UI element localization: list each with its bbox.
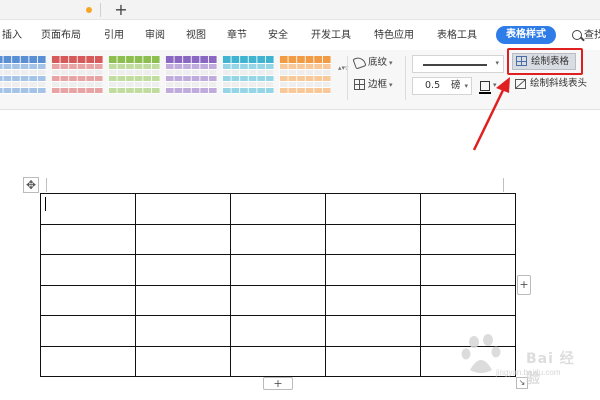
paint-bucket-icon xyxy=(352,55,367,70)
table-row xyxy=(40,223,516,255)
swatch-grid xyxy=(165,56,217,94)
table-cell[interactable] xyxy=(230,193,326,225)
document-tab-strip: + xyxy=(0,0,600,20)
chevron-down-icon: ▾ xyxy=(493,81,497,89)
line-weight-dropdown[interactable]: 0.5 磅 ▾ xyxy=(412,77,472,95)
table-style-swatch[interactable] xyxy=(0,56,46,94)
shading-button[interactable]: 底纹 ▾ xyxy=(352,55,393,71)
table-cell[interactable] xyxy=(230,345,326,377)
table-cell[interactable] xyxy=(40,254,136,286)
chevron-down-icon: ▾ xyxy=(389,81,393,89)
ribbon-separator xyxy=(347,56,348,100)
table-row xyxy=(40,284,516,316)
table-cell[interactable] xyxy=(40,223,136,255)
menu-page-layout[interactable]: 页面布局 xyxy=(41,29,81,43)
unsaved-dot-icon xyxy=(86,7,92,13)
table-cell[interactable] xyxy=(40,193,136,225)
menu-security[interactable]: 安全 xyxy=(268,29,288,43)
table-cell[interactable] xyxy=(40,315,136,347)
table-row xyxy=(40,193,516,225)
line-weight-unit: 磅 xyxy=(451,80,461,91)
draw-diagonal-header-button[interactable]: 绘制斜线表头 xyxy=(512,76,587,92)
add-column-button[interactable]: + xyxy=(517,275,531,295)
table-style-swatch[interactable] xyxy=(165,56,217,94)
table-cell[interactable] xyxy=(325,345,421,377)
line-style-dropdown[interactable]: ▾ xyxy=(412,55,504,73)
table-cell[interactable] xyxy=(135,193,231,225)
swatch-grid xyxy=(222,56,274,94)
menu-section[interactable]: 章节 xyxy=(227,29,247,43)
swatch-grid xyxy=(0,56,46,94)
menu-insert[interactable]: 插入 xyxy=(2,29,22,43)
table-style-swatch[interactable] xyxy=(222,56,274,94)
border-label: 边框 xyxy=(368,79,388,90)
search-icon[interactable] xyxy=(572,30,582,40)
menu-developer-tools[interactable]: 开发工具 xyxy=(311,29,351,43)
table-cell[interactable] xyxy=(420,254,516,286)
new-tab-button[interactable]: + xyxy=(112,0,130,20)
table-cell[interactable] xyxy=(420,193,516,225)
annotation-highlight-box xyxy=(507,48,583,75)
margin-marker-right xyxy=(503,178,504,192)
menu-special-apps[interactable]: 特色应用 xyxy=(374,29,414,43)
draw-diagonal-header-label: 绘制斜线表头 xyxy=(530,78,588,89)
gallery-scroll-buttons[interactable]: ▴▾▿ xyxy=(338,64,349,88)
table-row xyxy=(40,345,516,377)
menu-find[interactable]: 查找 xyxy=(584,29,600,43)
pen-color-button[interactable]: ▾ xyxy=(478,79,502,95)
diagonal-header-icon xyxy=(515,79,526,89)
table-style-swatch[interactable] xyxy=(279,56,331,94)
table-cell[interactable] xyxy=(135,223,231,255)
table-cell[interactable] xyxy=(230,315,326,347)
swatch-grid xyxy=(279,56,331,94)
table-style-swatch[interactable] xyxy=(51,56,103,94)
table-row xyxy=(40,315,516,347)
chevron-down-icon: ▾ xyxy=(389,59,393,67)
tab-separator xyxy=(100,3,101,17)
table-cell[interactable] xyxy=(420,223,516,255)
document-table[interactable] xyxy=(40,193,516,377)
line-weight-value: 0.5 xyxy=(425,80,441,91)
text-cursor xyxy=(45,197,46,211)
table-cell[interactable] xyxy=(325,254,421,286)
pen-color-icon xyxy=(480,81,490,91)
table-cell[interactable] xyxy=(40,284,136,316)
table-cell[interactable] xyxy=(40,345,136,377)
table-cell[interactable] xyxy=(325,193,421,225)
table-cell[interactable] xyxy=(230,223,326,255)
tab-table-style[interactable]: 表格样式 xyxy=(496,26,556,44)
table-cell[interactable] xyxy=(420,284,516,316)
chevron-down-icon: ▾ xyxy=(464,82,468,90)
menu-bar: 插入 页面布局 引用 审阅 视图 章节 安全 开发工具 特色应用 表格工具 表格… xyxy=(0,20,600,50)
menu-references[interactable]: 引用 xyxy=(104,29,124,43)
add-row-button[interactable]: + xyxy=(263,377,293,390)
table-cell[interactable] xyxy=(325,223,421,255)
table-cell[interactable] xyxy=(135,315,231,347)
menu-review[interactable]: 审阅 xyxy=(145,29,165,43)
table-cell[interactable] xyxy=(230,284,326,316)
baidu-watermark: Bai 经验 jingyan.baidu.com xyxy=(456,332,586,387)
table-cell[interactable] xyxy=(325,315,421,347)
line-style-preview xyxy=(423,64,487,66)
table-cell[interactable] xyxy=(135,254,231,286)
menu-table-tools[interactable]: 表格工具 xyxy=(437,29,477,43)
swatch-grid xyxy=(108,56,160,94)
chevron-down-icon: ▾ xyxy=(495,59,499,67)
table-row xyxy=(40,254,516,286)
table-move-handle-icon[interactable]: ✥ xyxy=(23,177,39,193)
ribbon-separator xyxy=(405,56,406,100)
table-cell[interactable] xyxy=(325,284,421,316)
pen-color-indicator xyxy=(479,92,491,94)
table-style-swatch[interactable] xyxy=(108,56,160,94)
shading-label: 底纹 xyxy=(368,57,388,68)
margin-marker-left xyxy=(46,178,47,192)
table-cell[interactable] xyxy=(135,345,231,377)
border-grid-icon xyxy=(354,79,365,90)
table-cell[interactable] xyxy=(230,254,326,286)
swatch-grid xyxy=(51,56,103,94)
table-cell[interactable] xyxy=(135,284,231,316)
watermark-url: jingyan.baidu.com xyxy=(496,368,561,377)
menu-view[interactable]: 视图 xyxy=(186,29,206,43)
border-button[interactable]: 边框 ▾ xyxy=(354,77,393,93)
